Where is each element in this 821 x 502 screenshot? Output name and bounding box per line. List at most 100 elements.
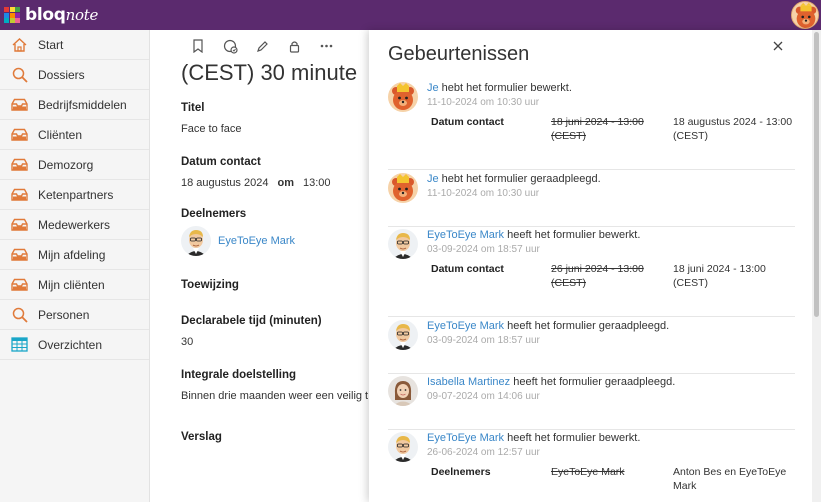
field-label: Declarabele tijd (minuten) [181, 315, 322, 327]
field-label: Integrale doelstelling [181, 369, 297, 381]
change-old-value: 26 juni 2024 - 13:00 (CEST) [551, 263, 644, 289]
logo-text: bloqnote [25, 5, 99, 25]
field-integrale-doelstelling: Integrale doelstelling Binnen drie maand… [181, 369, 368, 402]
event-item: EyeToEye Mark heeft het formulier bewerk… [388, 432, 795, 502]
field-label: Datum contact [181, 156, 261, 168]
field-value: Binnen drie maanden weer een veilig t [181, 390, 369, 402]
table-icon [11, 336, 28, 353]
more-options-icon[interactable] [318, 38, 334, 54]
sidebar-item-label: Mijn cliënten [38, 277, 105, 292]
logo-mark-icon [4, 7, 20, 23]
sidebar-item-label: Cliënten [38, 127, 83, 142]
event-item: EyeToEye Mark heeft het formulier geraad… [388, 320, 795, 374]
field-label: Toewijzing [181, 279, 239, 291]
event-action: heeft het formulier bewerkt. [504, 432, 641, 444]
event-action: heeft het formulier geraadpleegd. [510, 376, 676, 388]
event-item: Je hebt het formulier bewerkt. 11-10-2024… [388, 82, 795, 170]
field-label: Deelnemers [181, 208, 247, 220]
field-label: Verslag [181, 431, 222, 443]
date-value: 18 augustus 2024 [181, 177, 269, 189]
event-item: Je hebt het formulier geraadpleegd. 11-10… [388, 173, 795, 227]
tray-icon [11, 276, 28, 293]
event-action: heeft het formulier bewerkt. [504, 229, 641, 241]
avatar [388, 320, 418, 350]
sidebar-item-personen[interactable]: Personen [0, 300, 149, 330]
tray-icon [11, 156, 28, 173]
events-panel: Gebeurtenissen Je hebt het formulier bew… [369, 30, 812, 502]
form-toolbar [190, 38, 334, 54]
event-description: Je hebt het formulier geraadpleegd. [427, 173, 601, 185]
sidebar-item-label: Personen [38, 307, 90, 322]
tray-icon [11, 126, 28, 143]
event-user-link[interactable]: EyeToEye Mark [427, 432, 504, 444]
home-icon [11, 36, 28, 53]
sidebar-item-bedrijfsmiddelen[interactable]: Bedrijfsmiddelen [0, 90, 149, 120]
field-datum-contact: Datum contact 18 augustus 2024 om 13:00 [181, 156, 331, 189]
user-avatar[interactable] [791, 1, 819, 29]
sidebar-item-dossiers[interactable]: Dossiers [0, 60, 149, 90]
participant-chip[interactable]: EyeToEye Mark [181, 226, 295, 256]
sidebar-item-medewerkers[interactable]: Medewerkers [0, 210, 149, 240]
change-old-value: 18 juni 2024 - 13:00 (CEST) [551, 116, 644, 142]
workflow-icon[interactable] [222, 38, 238, 54]
change-field-label: Datum contact [431, 116, 504, 128]
sidebar-item-overzichten[interactable]: Overzichten [0, 330, 149, 360]
event-description: EyeToEye Mark heeft het formulier bewerk… [427, 432, 640, 444]
event-description: Isabella Martinez heeft het formulier ge… [427, 376, 675, 388]
logo-tile [15, 7, 20, 12]
change-new-value: Anton Bes en EyeToEye Mark [673, 466, 787, 492]
event-user-link[interactable]: Je [427, 173, 439, 185]
sidebar-item-mijn-afdeling[interactable]: Mijn afdeling [0, 240, 149, 270]
sidebar-item-label: Dossiers [38, 67, 85, 82]
event-description: Je hebt het formulier bewerkt. [427, 82, 572, 94]
change-new-value: 18 juni 2024 - 13:00 (CEST) [673, 263, 766, 289]
event-item: Isabella Martinez heeft het formulier ge… [388, 376, 795, 430]
change-field-label: Deelnemers [431, 466, 491, 478]
sidebar-item-label: Ketenpartners [38, 187, 114, 202]
field-value: 18 augustus 2024 om 13:00 [181, 177, 331, 189]
sidebar-item-mijn-cliënten[interactable]: Mijn cliënten [0, 270, 149, 300]
bookmark-icon[interactable] [190, 38, 206, 54]
scrollbar-thumb[interactable] [814, 32, 819, 317]
participant-name[interactable]: EyeToEye Mark [218, 235, 295, 247]
edit-pencil-icon[interactable] [254, 38, 270, 54]
logo-tile [4, 7, 9, 12]
field-titel: Titel Face to face [181, 102, 242, 135]
field-toewijzing: Toewijzing [181, 279, 239, 291]
event-timestamp: 26-06-2024 om 12:57 uur [427, 447, 540, 458]
app-logo[interactable]: bloqnote [4, 5, 98, 25]
field-verslag: Verslag [181, 431, 222, 443]
panel-scrollbar[interactable] [812, 30, 821, 502]
sidebar-item-ketenpartners[interactable]: Ketenpartners [0, 180, 149, 210]
sidebar-item-start[interactable]: Start [0, 30, 149, 60]
event-user-link[interactable]: Isabella Martinez [427, 376, 510, 388]
event-action: hebt het formulier geraadpleegd. [438, 173, 601, 185]
close-icon[interactable] [772, 40, 786, 54]
sidebar-item-demozorg[interactable]: Demozorg [0, 150, 149, 180]
event-user-link[interactable]: EyeToEye Mark [427, 229, 504, 241]
event-action: heeft het formulier geraadpleegd. [504, 320, 670, 332]
lock-icon[interactable] [286, 38, 302, 54]
sidebar-item-label: Medewerkers [38, 217, 111, 232]
tray-icon [11, 186, 28, 203]
field-declarabele-tijd: Declarabele tijd (minuten) 30 [181, 315, 322, 348]
avatar [388, 173, 418, 203]
event-item: EyeToEye Mark heeft het formulier bewerk… [388, 229, 795, 317]
event-description: EyeToEye Mark heeft het formulier bewerk… [427, 229, 640, 241]
event-user-link[interactable]: Je [427, 82, 439, 94]
sidebar: Start Dossiers Bedrijfsmiddelen Cliënten Dem… [0, 30, 150, 502]
logo-tile [15, 12, 20, 18]
sidebar-item-label: Bedrijfsmiddelen [38, 97, 127, 112]
event-timestamp: 09-07-2024 om 14:06 uur [427, 391, 540, 402]
logo-tile [9, 7, 15, 12]
change-new-value: 18 augustus 2024 - 13:00 (CEST) [673, 116, 793, 142]
avatar [181, 226, 211, 256]
change-old-value: EyeToEye Mark [551, 466, 625, 478]
event-user-link[interactable]: EyeToEye Mark [427, 320, 504, 332]
sidebar-item-cliënten[interactable]: Cliënten [0, 120, 149, 150]
avatar [388, 432, 418, 462]
logo-tile [9, 18, 15, 23]
tray-icon [11, 216, 28, 233]
panel-title: Gebeurtenissen [388, 43, 530, 65]
avatar [388, 82, 418, 112]
